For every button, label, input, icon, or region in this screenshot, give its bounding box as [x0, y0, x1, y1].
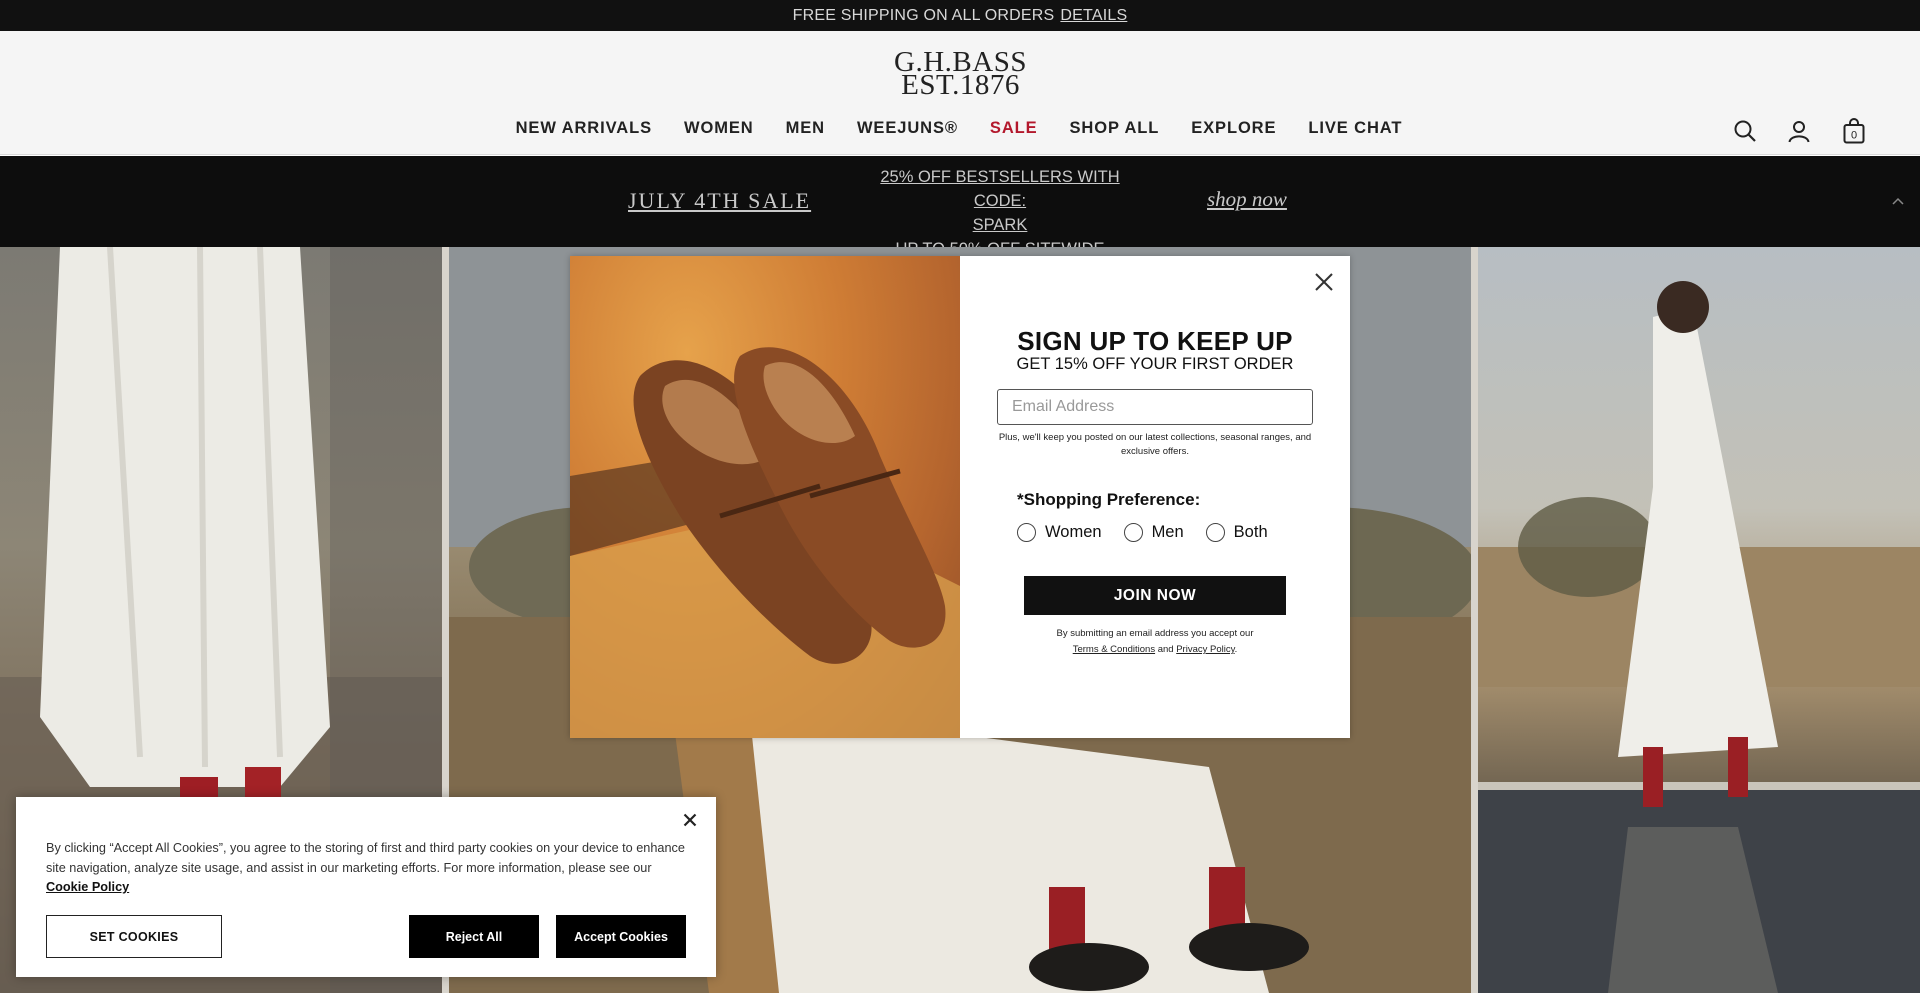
radio-button[interactable]	[1205, 523, 1225, 542]
legal-text: By submitting an email address you accep…	[960, 626, 1350, 658]
accept-cookies-button[interactable]: Accept Cookies	[556, 915, 686, 958]
radio-label: Both	[1233, 523, 1268, 541]
nav-women[interactable]: WOMEN	[684, 119, 754, 138]
promo-sale-link[interactable]: JULY 4TH SALE	[628, 188, 811, 214]
preference-options: Women Men Both	[1017, 523, 1268, 542]
nav-men[interactable]: MEN	[786, 119, 825, 138]
chevron-up-icon[interactable]	[1892, 194, 1904, 208]
search-icon[interactable]	[1731, 117, 1759, 145]
radio-women[interactable]: Women	[1017, 523, 1102, 542]
promo-banner: JULY 4TH SALE 25% OFF BESTSELLERS WITH C…	[0, 156, 1920, 258]
radio-both[interactable]: Both	[1205, 523, 1268, 542]
fine-print: Plus, we'll keep you posted on our lates…	[998, 432, 1312, 457]
announcement-bar: FREE SHIPPING ON ALL ORDERS DETAILS	[0, 0, 1920, 31]
nav-explore[interactable]: EXPLORE	[1191, 119, 1276, 138]
radio-label: Men	[1151, 523, 1184, 541]
promo-offer-code: SPARK	[972, 216, 1028, 234]
nav-new-arrivals[interactable]: NEW ARRIVALS	[516, 119, 652, 138]
cart-count: 0	[1851, 130, 1857, 142]
radio-label: Women	[1045, 523, 1102, 541]
radio-button[interactable]	[1123, 523, 1143, 542]
nav-sale[interactable]: SALE	[990, 119, 1038, 138]
logo[interactable]: G.H.BASS EST.1876	[893, 48, 1028, 101]
account-icon[interactable]	[1785, 117, 1813, 145]
cookie-text: By clicking “Accept All Cookies”, you ag…	[46, 839, 686, 898]
radio-button[interactable]	[1017, 523, 1036, 542]
reject-all-button[interactable]: Reject All	[409, 915, 539, 958]
nav-live-chat[interactable]: LIVE CHAT	[1308, 119, 1402, 138]
site-header: G.H.BASS EST.1876 NEW ARRIVALS WOMEN MEN…	[0, 31, 1920, 155]
panel-divider	[1471, 247, 1478, 993]
close-icon[interactable]	[1312, 270, 1336, 294]
logo-est: EST.1876	[901, 69, 1020, 101]
hero-image-right	[1478, 247, 1920, 993]
join-now-button[interactable]: JOIN NOW	[1024, 576, 1286, 615]
promo-offer-line1: 25% OFF BESTSELLERS WITH CODE:	[880, 168, 1120, 210]
email-field[interactable]	[997, 389, 1313, 425]
nav-weejuns[interactable]: WEEJUNS®	[857, 119, 958, 138]
announcement-text: FREE SHIPPING ON ALL ORDERS	[792, 6, 1055, 24]
main-nav: NEW ARRIVALS WOMEN MEN WEEJUNS® SALE SHO…	[0, 119, 1920, 138]
radio-men[interactable]: Men	[1123, 523, 1184, 542]
privacy-link[interactable]: Privacy Policy	[1176, 644, 1234, 655]
nav-shop-all[interactable]: SHOP ALL	[1070, 119, 1160, 138]
modal-title: SIGN UP TO KEEP UP	[1017, 326, 1293, 356]
cookie-policy-link[interactable]: Cookie Policy	[46, 880, 129, 894]
loafers-image	[570, 256, 960, 738]
cookie-banner: By clicking “Accept All Cookies”, you ag…	[16, 797, 716, 977]
shopping-bag-icon[interactable]: 0	[1840, 117, 1868, 145]
shop-now-link[interactable]: shop now	[1207, 187, 1287, 212]
cookie-message: By clicking “Accept All Cookies”, you ag…	[46, 841, 685, 875]
signup-form: SIGN UP TO KEEP UP GET 15% OFF YOUR FIRS…	[960, 256, 1350, 738]
legal-prefix: By submitting an email address you accep…	[1056, 628, 1254, 639]
modal-subtitle: GET 15% OFF YOUR FIRST ORDER	[1016, 355, 1294, 373]
preference-label: *Shopping Preference:	[1017, 490, 1201, 509]
set-cookies-button[interactable]: SET COOKIES	[46, 915, 222, 958]
close-icon[interactable]	[676, 806, 704, 834]
legal-and: and	[1157, 644, 1174, 655]
legal-period: .	[1234, 644, 1238, 655]
details-link[interactable]: DETAILS	[1060, 7, 1127, 25]
terms-link[interactable]: Terms & Conditions	[1073, 644, 1155, 655]
signup-modal: SIGN UP TO KEEP UP GET 15% OFF YOUR FIRS…	[570, 256, 1350, 738]
